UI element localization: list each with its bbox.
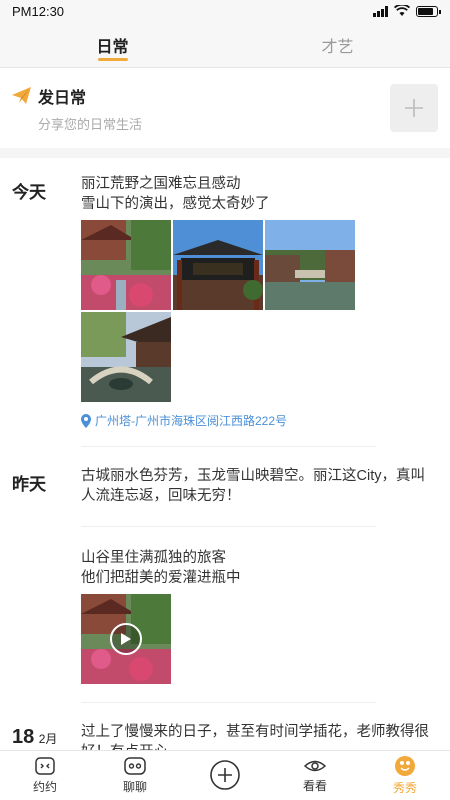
tab-daily-label: 日常 xyxy=(96,38,129,56)
nav-label: 看看 xyxy=(302,779,327,793)
date-label: 18 2月 xyxy=(12,726,57,749)
nav-label: 聊聊 xyxy=(122,780,147,794)
nav-yueyue[interactable]: 约约 xyxy=(0,751,90,800)
calendar-face-icon xyxy=(35,757,55,775)
feed-entry-yesterday-2[interactable]: 山谷里住满孤独的旅客 他们把甜美的爱灌进瓶中 xyxy=(81,548,431,684)
tab-talent[interactable]: 才艺 xyxy=(225,22,450,67)
add-post-button[interactable] xyxy=(390,84,438,132)
entry-text-line: 雪山下的演出，感觉太奇妙了 xyxy=(81,196,270,212)
photo-thumbnail[interactable] xyxy=(173,220,263,310)
nav-kankan[interactable]: 看看 xyxy=(270,751,360,800)
entry-text-line: 丽江荒野之国难忘且感动 xyxy=(81,176,241,192)
nav-add[interactable] xyxy=(180,751,270,800)
nav-label: 秀秀 xyxy=(392,781,417,795)
post-daily-card[interactable]: 发日常 分享您的日常生活 xyxy=(0,68,450,148)
nav-xiuxiu[interactable]: 秀秀 xyxy=(360,751,450,800)
post-title: 发日常 xyxy=(38,89,87,107)
tab-talent-label: 才艺 xyxy=(321,38,354,56)
location-text: 广州塔-广州市海珠区阅江西路222号 xyxy=(95,414,288,428)
feed-entry-today[interactable]: 丽江荒野之国难忘且感动 雪山下的演出，感觉太奇妙了 广州塔-广州市海珠区阅江西路… xyxy=(81,174,431,429)
play-icon[interactable] xyxy=(110,623,142,655)
entry-text: 过上了慢慢来的日子，甚至有时间学插花，老师教得很好！有点开心 xyxy=(81,724,429,750)
add-circle-icon xyxy=(210,759,240,790)
location-tag[interactable]: 广州塔-广州市海珠区阅江西路222号 xyxy=(81,412,431,429)
status-icons xyxy=(373,5,441,17)
status-bar: PM12:30 xyxy=(0,0,450,22)
photo-thumbnail[interactable] xyxy=(265,220,355,310)
photo-thumbnail[interactable] xyxy=(81,312,171,402)
nav-liaoliao[interactable]: 聊聊 xyxy=(90,751,180,800)
day-label-yesterday: 昨天 xyxy=(12,475,46,494)
tab-active-indicator xyxy=(97,58,128,61)
divider xyxy=(81,702,376,703)
battery-icon xyxy=(416,5,441,17)
show-badge-icon xyxy=(395,756,415,776)
eye-icon xyxy=(303,760,327,772)
entry-text-line: 他们把甜美的爱灌进瓶中 xyxy=(81,570,241,586)
tab-bar: 日常 才艺 xyxy=(0,22,450,68)
status-time: PM12:30 xyxy=(12,3,65,19)
entry-text-line: 山谷里住满孤独的旅客 xyxy=(81,550,226,566)
tab-daily[interactable]: 日常 xyxy=(0,22,225,67)
wifi-icon xyxy=(394,5,410,16)
nav-label: 约约 xyxy=(32,780,57,794)
feed-entry-yesterday-1[interactable]: 古城丽水色芬芳，玉龙雪山映碧空。丽江这City，真叫人流连忘返，回味无穷！ xyxy=(81,466,431,506)
photo-thumbnail[interactable] xyxy=(81,220,171,310)
divider xyxy=(81,446,376,447)
photo-grid xyxy=(81,220,431,402)
bottom-nav: 约约 聊聊 看看 秀秀 xyxy=(0,750,450,800)
date-day: 18 xyxy=(12,726,35,748)
post-subtitle: 分享您的日常生活 xyxy=(38,116,143,132)
signal-icon xyxy=(373,5,388,17)
date-month: 2月 xyxy=(38,732,58,746)
day-label-today: 今天 xyxy=(12,183,46,202)
location-pin-icon xyxy=(81,413,91,428)
divider xyxy=(81,526,376,527)
chat-face-icon xyxy=(124,757,146,775)
paper-plane-icon xyxy=(12,86,31,104)
feed[interactable]: 今天 丽江荒野之国难忘且感动 雪山下的演出，感觉太奇妙了 广州塔-广州市海珠区阅… xyxy=(0,158,450,750)
video-thumbnail[interactable] xyxy=(81,594,171,684)
plus-icon xyxy=(405,99,423,117)
feed-entry-date[interactable]: 过上了慢慢来的日子，甚至有时间学插花，老师教得很好！有点开心 xyxy=(81,722,431,750)
entry-text: 古城丽水色芬芳，玉龙雪山映碧空。丽江这City，真叫人流连忘返，回味无穷！ xyxy=(81,468,425,504)
